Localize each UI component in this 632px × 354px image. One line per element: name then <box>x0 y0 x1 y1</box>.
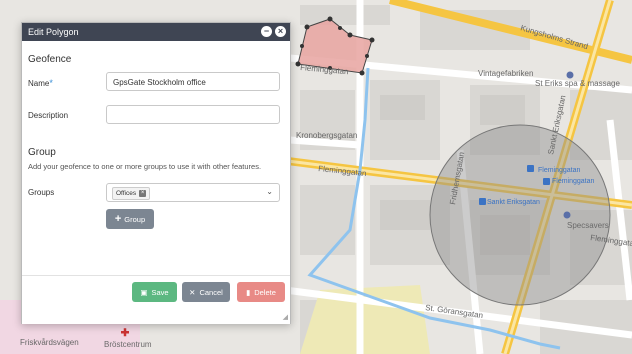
save-icon: ▣ <box>140 287 148 297</box>
edit-polygon-dialog: Edit Polygon − × Geofence Name* GpsGate … <box>21 22 291 324</box>
add-group-label: Group <box>124 214 146 224</box>
dialog-titlebar[interactable]: Edit Polygon − × <box>22 23 290 41</box>
groups-label: Groups <box>28 188 55 197</box>
resize-handle-icon[interactable]: ◢ <box>283 313 288 321</box>
delete-label: Delete <box>254 287 276 297</box>
dialog-footer: ▣ Save ✕ Cancel ▮ Delete <box>22 275 290 324</box>
cancel-icon: ✕ <box>189 287 196 297</box>
required-marker: * <box>49 78 53 88</box>
name-label: Name* <box>28 78 53 88</box>
description-input[interactable] <box>106 105 280 124</box>
poi-label: Fleminggatan <box>538 167 581 174</box>
name-input[interactable]: GpsGate Stockholm office <box>106 72 280 91</box>
trash-icon: ▮ <box>246 287 251 297</box>
poi-label: Specsavers <box>567 221 609 230</box>
group-chip: Offices × <box>112 187 151 200</box>
save-button[interactable]: ▣ Save <box>132 282 177 302</box>
minimize-icon[interactable]: − <box>261 26 272 37</box>
close-icon[interactable]: × <box>275 26 286 37</box>
poi-label: Fleminggatan <box>552 178 595 185</box>
geofence-heading: Geofence <box>28 54 72 65</box>
poi-label: Sankt Eriksgatan <box>487 199 540 206</box>
add-group-button[interactable]: + Group <box>106 209 154 229</box>
chevron-down-icon[interactable]: ⌄ <box>266 187 273 196</box>
save-label: Save <box>151 287 169 297</box>
poi-label: Vintagefabriken <box>478 69 533 78</box>
dialog-title: Edit Polygon <box>28 27 79 37</box>
description-label: Description <box>28 111 69 120</box>
street-label: Kronobergsgatan <box>296 131 357 140</box>
remove-chip-icon[interactable]: × <box>139 190 147 197</box>
poi-label: Bröstcentrum <box>104 340 152 349</box>
plus-icon: + <box>114 213 122 225</box>
group-hint: Add your geofence to one or more groups … <box>28 162 262 171</box>
delete-button[interactable]: ▮ Delete <box>237 282 285 302</box>
groups-select[interactable]: Offices × ⌄ <box>106 183 280 202</box>
group-heading: Group <box>28 147 56 158</box>
street-label: Friskvårdsvägen <box>20 338 79 347</box>
group-chip-label: Offices <box>116 190 137 197</box>
cancel-label: Cancel <box>199 287 223 297</box>
poi-label: St Eriks spa & massage <box>535 79 620 88</box>
cancel-button[interactable]: ✕ Cancel <box>182 282 230 302</box>
